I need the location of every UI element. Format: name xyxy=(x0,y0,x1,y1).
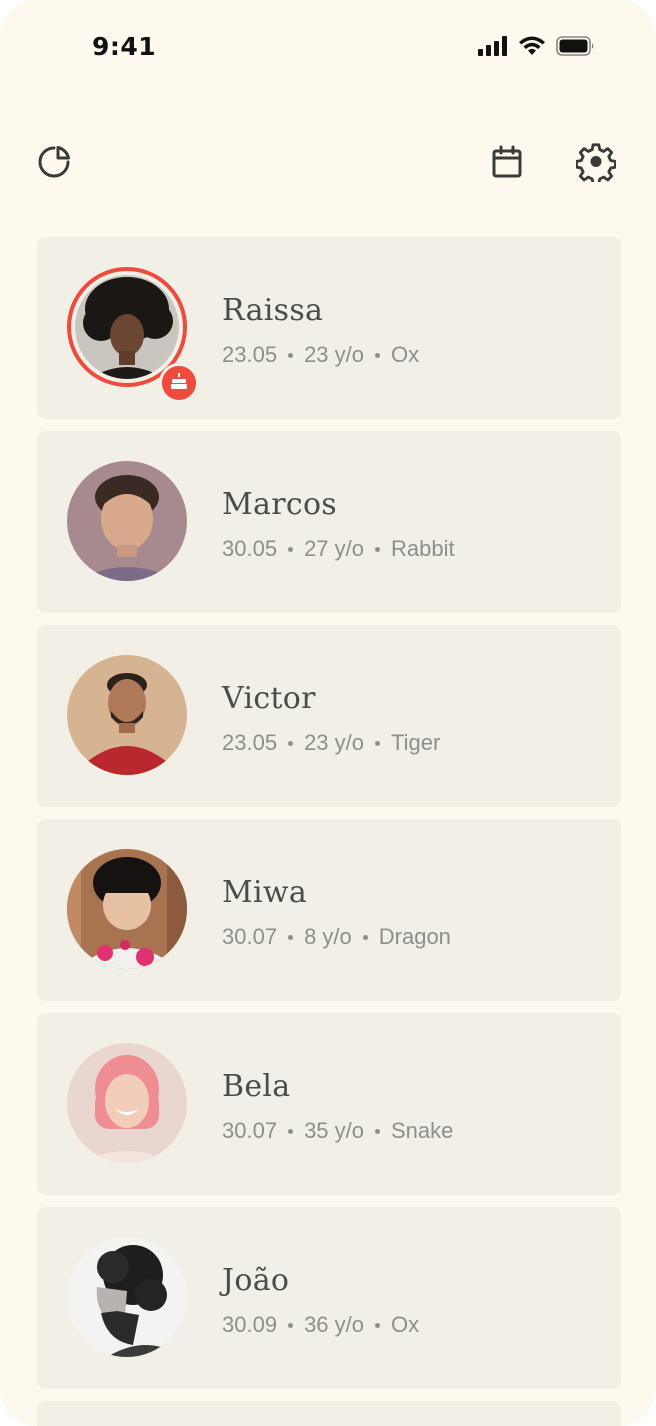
separator-dot xyxy=(288,1128,294,1134)
person-card-raissa[interactable]: Raissa 23.05 23 y/o Ox xyxy=(37,237,621,419)
person-card-victor[interactable]: Victor 23.05 23 y/o Tiger xyxy=(37,625,621,807)
birth-date: 23.05 xyxy=(222,342,278,367)
separator-dot xyxy=(375,740,380,746)
birthday-cake-badge xyxy=(159,363,199,403)
top-toolbar xyxy=(0,136,656,196)
avatar-container xyxy=(67,1237,187,1357)
person-card-joao[interactable]: João 30.09 36 y/o Ox xyxy=(37,1207,621,1389)
separator-dot xyxy=(375,546,380,552)
person-name: Raissa xyxy=(222,293,324,328)
separator-dot xyxy=(375,1322,380,1328)
person-details: 23.05 23 y/o Tiger xyxy=(222,730,440,756)
settings-button[interactable] xyxy=(572,140,620,188)
person-name: Miwa xyxy=(222,875,308,910)
avatar xyxy=(67,655,187,775)
separator-dot xyxy=(288,546,294,552)
avatar xyxy=(67,461,187,581)
separator-dot xyxy=(375,1128,380,1134)
avatar-container xyxy=(67,1043,187,1163)
person-details: 30.05 27 y/o Rabbit xyxy=(222,536,455,562)
separator-dot xyxy=(288,1322,294,1328)
avatar-container xyxy=(67,267,199,403)
person-card-marcos[interactable]: Marcos 30.05 27 y/o Rabbit xyxy=(37,431,621,613)
age: 23 y/o xyxy=(304,342,364,367)
separator-dot xyxy=(288,352,294,358)
status-time: 9:41 xyxy=(92,32,157,61)
separator-dot xyxy=(362,934,368,940)
person-details: 30.09 36 y/o Ox xyxy=(222,1312,419,1338)
wifi-icon xyxy=(518,36,546,61)
person-name: Victor xyxy=(222,681,316,716)
avatar xyxy=(67,1043,187,1163)
age: 35 y/o xyxy=(304,1118,364,1143)
person-card-partial[interactable] xyxy=(37,1401,621,1426)
calendar-button[interactable] xyxy=(483,140,531,188)
age: 23 y/o xyxy=(304,730,364,755)
stats-button[interactable] xyxy=(30,140,78,188)
zodiac-sign: Rabbit xyxy=(391,536,455,561)
person-card-bela[interactable]: Bela 30.07 35 y/o Snake xyxy=(37,1013,621,1195)
birth-date: 30.09 xyxy=(222,1312,278,1337)
person-details: 30.07 8 y/o Dragon xyxy=(222,924,451,950)
separator-dot xyxy=(288,934,294,940)
status-bar: 9:41 xyxy=(0,0,656,96)
birthday-list: Raissa 23.05 23 y/o Ox Marcos 30.05 27 y… xyxy=(37,237,621,1426)
zodiac-sign: Ox xyxy=(391,1312,420,1337)
separator-dot xyxy=(375,352,380,358)
age: 36 y/o xyxy=(304,1312,364,1337)
person-name: Bela xyxy=(222,1069,291,1104)
person-card-miwa[interactable]: Miwa 30.07 8 y/o Dragon xyxy=(37,819,621,1001)
birth-date: 30.05 xyxy=(222,536,278,561)
birth-date: 23.05 xyxy=(222,730,278,755)
battery-icon xyxy=(556,36,596,61)
birth-date: 30.07 xyxy=(222,1118,278,1143)
zodiac-sign: Tiger xyxy=(391,730,441,755)
calendar-icon xyxy=(491,145,523,184)
avatar xyxy=(67,1237,187,1357)
separator-dot xyxy=(288,740,294,746)
person-name: Marcos xyxy=(222,487,338,522)
stats-pie-icon xyxy=(36,144,72,185)
birth-date: 30.07 xyxy=(222,924,278,949)
person-name: João xyxy=(222,1263,290,1298)
cake-icon xyxy=(170,372,188,395)
person-details: 23.05 23 y/o Ox xyxy=(222,342,419,368)
zodiac-sign: Snake xyxy=(391,1118,454,1143)
avatar-container xyxy=(67,655,187,775)
settings-gear-icon xyxy=(575,142,617,187)
cellular-signal-icon xyxy=(478,36,508,61)
status-icons xyxy=(478,36,596,61)
avatar-container xyxy=(67,849,187,969)
zodiac-sign: Ox xyxy=(391,342,420,367)
age: 8 y/o xyxy=(304,924,352,949)
age: 27 y/o xyxy=(304,536,364,561)
avatar-container xyxy=(67,461,187,581)
zodiac-sign: Dragon xyxy=(378,924,451,949)
avatar xyxy=(67,849,187,969)
app-screen: 9:41 Raissa 23.05 23 y/o Ox Marcos 30.05… xyxy=(0,0,656,1426)
person-details: 30.07 35 y/o Snake xyxy=(222,1118,453,1144)
